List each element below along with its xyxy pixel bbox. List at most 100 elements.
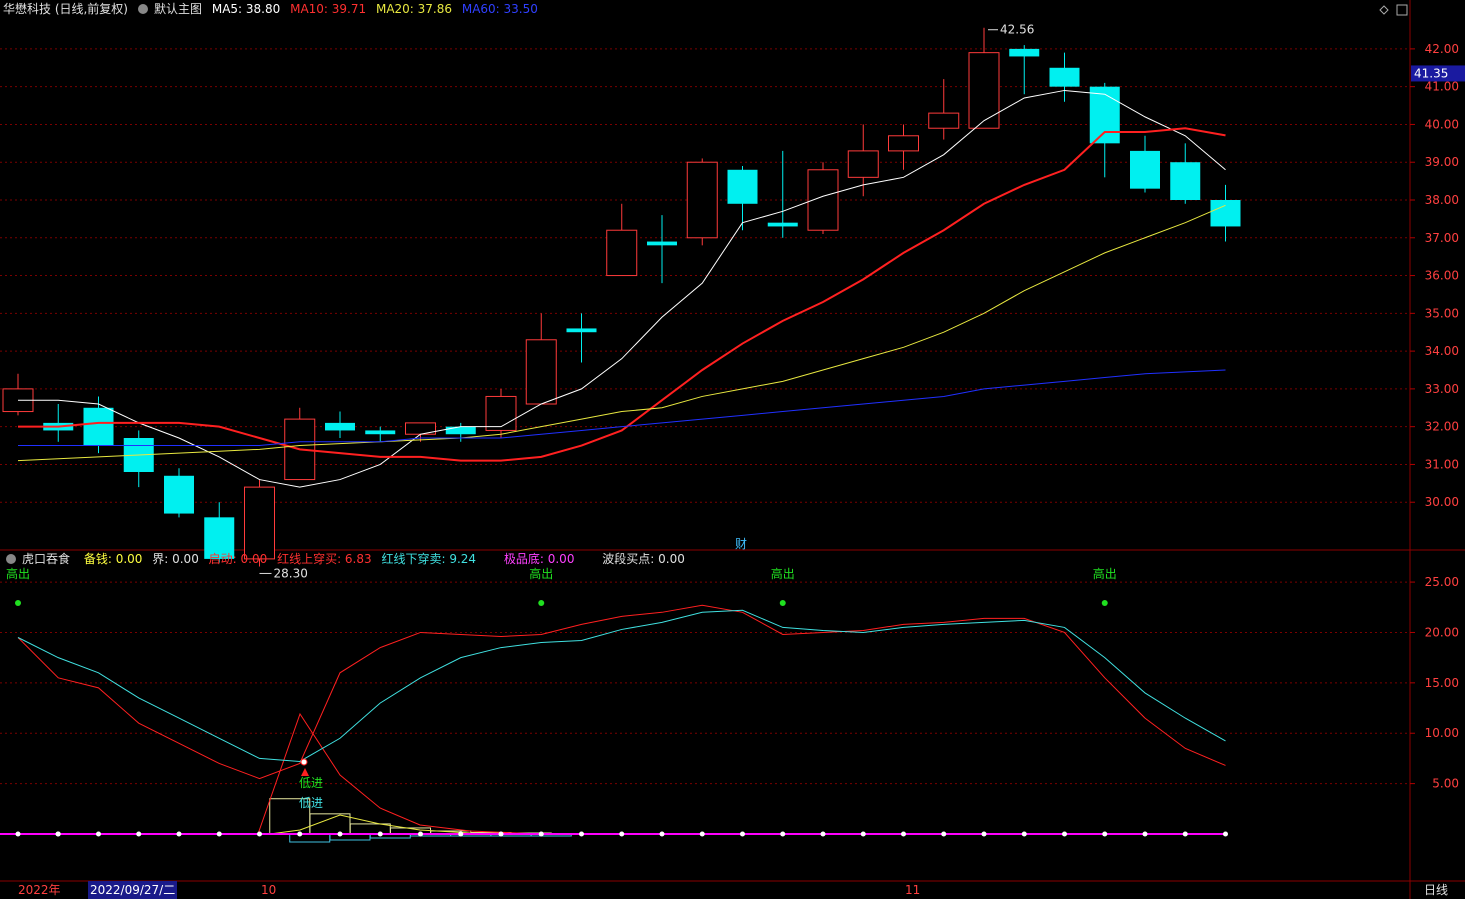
chevron-down-icon[interactable] <box>6 553 16 564</box>
candle-down <box>727 169 758 204</box>
item-boduan: 波段买点: 0.00 <box>602 552 685 566</box>
top-marker-dot <box>779 600 786 606</box>
candle-down <box>767 222 798 227</box>
top-marker-dot <box>15 600 21 606</box>
baseline-dot <box>820 831 826 837</box>
baseline-dot <box>659 831 665 837</box>
ma20-value: MA20: 37.86 <box>375 2 453 16</box>
candle-up <box>686 161 718 239</box>
sub-y-tick-label: 25.00 <box>1425 575 1459 589</box>
y-tick-label: 41.00 <box>1425 80 1459 94</box>
top-marker-label: 高出 <box>1093 566 1117 581</box>
top-marker-dot <box>538 600 545 606</box>
candle-down <box>83 407 114 446</box>
candle-down <box>1049 67 1080 87</box>
ma-line-ma5 <box>18 89 1226 488</box>
signal-box <box>349 823 391 835</box>
item-jie: 界: 0.00 <box>152 552 199 566</box>
main-price-chart[interactable]: 42.00 41.00 40.00 39.00 38.00 37.00 36.00 35.00… <box>0 0 1465 899</box>
baseline-dot <box>257 831 262 837</box>
diamond-icon <box>1379 5 1389 15</box>
baseline-dot <box>458 831 464 837</box>
buy-arrow-icon <box>301 768 309 776</box>
osc-line-0 <box>17 604 1226 780</box>
stock-title[interactable]: 华懋科技 (日线,前复权) <box>3 2 128 16</box>
baseline-dot <box>699 831 705 837</box>
y-tick-label: 38.00 <box>1425 193 1459 207</box>
baseline-dot <box>579 831 584 837</box>
item-jipindi: 极品底: 0.00 <box>503 552 575 566</box>
y-tick-label: 42.00 <box>1425 42 1459 56</box>
baseline-dot <box>538 831 544 837</box>
footer-month-11: 11 <box>905 883 921 897</box>
top-marker-label: 高出 <box>771 566 795 581</box>
candle-up <box>888 135 919 152</box>
baseline-dot <box>860 831 866 837</box>
ma10-value: MA10: 39.71 <box>290 2 367 16</box>
baseline-dot <box>377 831 383 837</box>
baseline-dot <box>1062 831 1067 837</box>
sub-y-tick-label: 15.00 <box>1425 676 1459 690</box>
low-label: 28.30 <box>274 566 308 580</box>
candle-down <box>647 241 677 246</box>
y-tick-label: 32.00 <box>1425 420 1459 434</box>
sub-y-tick-label: 5.00 <box>1432 777 1459 791</box>
view-name[interactable]: 默认主图 <box>154 2 202 16</box>
chevron-down-icon[interactable] <box>138 3 148 14</box>
baseline-dot <box>216 831 222 837</box>
baseline-dot <box>337 831 343 837</box>
high-label: 42.56 <box>1000 23 1034 37</box>
baseline-dot <box>981 831 987 837</box>
y-tick-label: 33.00 <box>1425 382 1459 396</box>
baseline-dot <box>740 831 745 837</box>
buy-point <box>300 758 308 766</box>
candle-down <box>1009 48 1040 57</box>
y-tick-label: 36.00 <box>1425 269 1459 283</box>
baseline-dot <box>96 831 101 837</box>
item-qidong: 启动: 0.00 <box>208 552 268 566</box>
candle-down <box>1130 150 1160 189</box>
top-marker-label: 高出 <box>6 566 30 581</box>
baseline-dot <box>619 831 625 837</box>
candle-down <box>445 426 476 435</box>
top-marker-label: 高出 <box>529 566 553 581</box>
low-entry-label-2: 低进 <box>299 796 323 810</box>
indicator-name[interactable]: 虎口吞食 <box>22 552 70 566</box>
footer-month-10: 10 <box>261 883 277 897</box>
candle-up <box>847 150 879 178</box>
finance-marker: 财 <box>735 537 747 551</box>
candle-up <box>525 339 557 405</box>
candle-up <box>968 52 1000 129</box>
red-spike-line <box>257 712 541 835</box>
candle-up <box>928 112 960 129</box>
ma5-value: MA5: 38.80 <box>211 2 281 16</box>
baseline-dot <box>498 831 504 837</box>
candle-down <box>566 328 597 333</box>
baseline-dot <box>901 831 906 837</box>
y-tick-label: 35.00 <box>1425 306 1459 320</box>
candle-up <box>606 229 638 277</box>
candle-up <box>244 486 275 560</box>
footer-year: 2022年 <box>18 883 61 897</box>
sub-y-tick-label: 20.00 <box>1425 625 1459 639</box>
cursor-date: 2022/09/27/二 <box>88 881 178 899</box>
candle-down <box>1089 86 1120 144</box>
baseline-dot <box>1182 831 1188 837</box>
period-button[interactable]: 日线 <box>1424 881 1448 899</box>
baseline-dot <box>1021 831 1027 837</box>
osc-line-1 <box>17 609 1226 762</box>
price-badge: 41.35 <box>1414 66 1448 80</box>
y-tick-label: 39.00 <box>1425 155 1459 169</box>
baseline-dot <box>1102 831 1108 837</box>
baseline-dot <box>136 831 142 837</box>
baseline-dot <box>418 831 423 837</box>
ma60-value: MA60: 33.50 <box>461 2 538 16</box>
y-tick-label: 40.00 <box>1425 117 1459 131</box>
signal-box-low <box>289 833 331 843</box>
sub-y-tick-label: 10.00 <box>1425 726 1459 740</box>
baseline-dot <box>941 831 947 837</box>
item-red-cross-up: 红线上穿买: 6.83 <box>277 552 372 566</box>
y-tick-label: 30.00 <box>1425 495 1459 509</box>
candle-down <box>365 430 396 435</box>
item-red-cross-down: 红线下穿卖: 9.24 <box>381 552 477 566</box>
